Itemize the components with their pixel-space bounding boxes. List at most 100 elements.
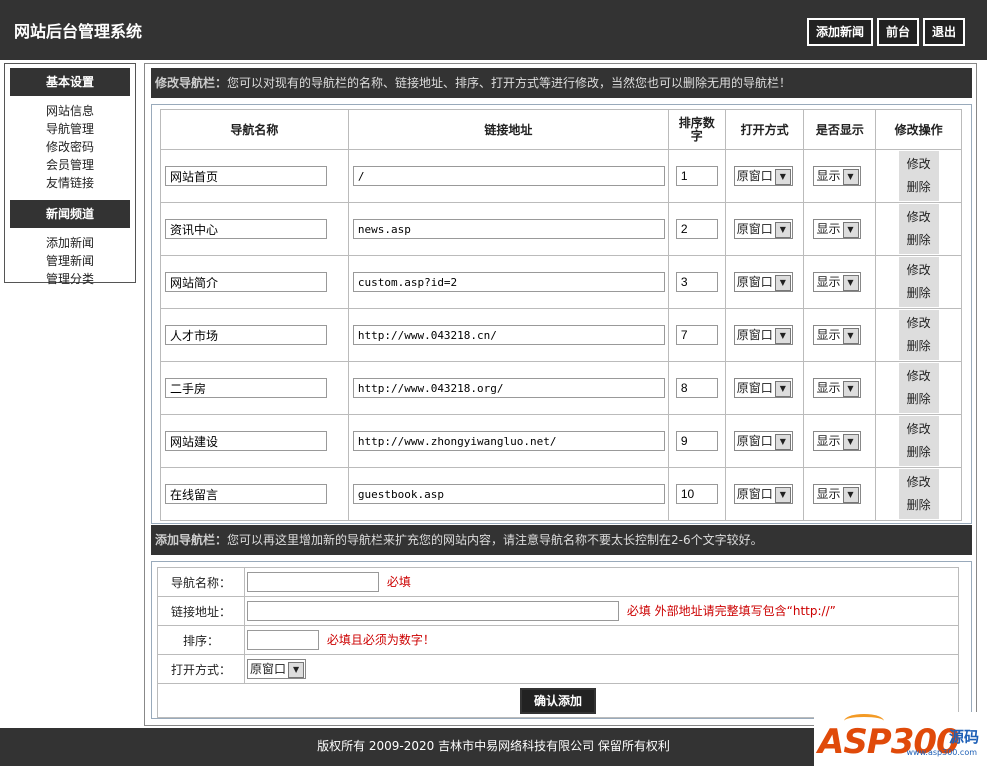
nav-open-value: 原窗口: [736, 381, 773, 395]
nav-show-select[interactable]: 显示 ▼: [813, 219, 861, 239]
add-news-button[interactable]: 添加新闻: [806, 18, 873, 46]
chevron-down-icon: ▼: [842, 275, 859, 291]
edit-nav-banner: 修改导航栏：您可以对现有的导航栏的名称、链接地址、排序、打开方式等进行修改，当然…: [151, 68, 972, 98]
nav-show-cell: 显示 ▼: [803, 202, 877, 256]
chevron-down-icon: ▼: [774, 222, 791, 238]
add-nav-order-input[interactable]: [247, 630, 319, 650]
sidebar-item-nav-manage[interactable]: 导航管理: [5, 120, 135, 138]
add-order-cell: 必填且必须为数字！: [244, 625, 959, 655]
add-url-label: 链接地址：: [157, 596, 245, 626]
edit-link[interactable]: 修改: [899, 471, 939, 494]
edit-link[interactable]: 修改: [899, 259, 939, 282]
watermark-tag: 源码: [948, 728, 979, 746]
chevron-down-icon: ▼: [842, 434, 859, 450]
edit-link[interactable]: 修改: [899, 206, 939, 229]
nav-open-select[interactable]: 原窗口 ▼: [733, 166, 793, 186]
nav-order-cell: [667, 308, 726, 362]
nav-url-input[interactable]: [352, 484, 665, 504]
add-name-label: 导航名称：: [157, 567, 245, 597]
edit-link[interactable]: 修改: [899, 365, 939, 388]
nav-url-input[interactable]: [352, 219, 665, 239]
nav-show-select[interactable]: 显示 ▼: [813, 166, 861, 186]
sidebar-item-change-password[interactable]: 修改密码: [5, 138, 135, 156]
nav-url-cell: [347, 414, 669, 468]
nav-name-input[interactable]: [165, 484, 327, 504]
sidebar-item-add-news[interactable]: 添加新闻: [5, 234, 135, 252]
delete-link[interactable]: 删除: [899, 335, 939, 358]
nav-order-input[interactable]: [675, 484, 718, 504]
sidebar-item-members[interactable]: 会员管理: [5, 156, 135, 174]
nav-name-input[interactable]: [165, 325, 327, 345]
nav-order-input[interactable]: [675, 166, 718, 186]
nav-open-select[interactable]: 原窗口 ▼: [733, 484, 793, 504]
delete-link[interactable]: 删除: [899, 176, 939, 199]
nav-order-input[interactable]: [675, 325, 718, 345]
chevron-down-icon: ▼: [774, 328, 791, 344]
nav-order-input[interactable]: [675, 272, 718, 292]
nav-order-cell: [667, 255, 726, 309]
nav-open-select[interactable]: 原窗口 ▼: [733, 219, 793, 239]
table-row: 原窗口▼ 显示▼ 修改删除: [160, 361, 962, 415]
page-title: 网站后台管理系统: [14, 22, 143, 41]
confirm-add-button[interactable]: 确认添加: [519, 687, 596, 714]
nav-name-input[interactable]: [165, 431, 327, 451]
nav-url-input[interactable]: [352, 272, 665, 292]
add-open-mode-value: 原窗口: [250, 662, 287, 676]
table-row: 原窗口▼ 显示▼ 修改删除: [160, 414, 962, 468]
edit-link[interactable]: 修改: [899, 153, 939, 176]
sidebar-item-manage-categories[interactable]: 管理分类: [5, 270, 135, 288]
nav-url-input[interactable]: [352, 431, 665, 451]
nav-open-cell: 原窗口 ▼: [724, 202, 805, 256]
nav-open-select[interactable]: 原窗口 ▼: [733, 272, 793, 292]
edit-link[interactable]: 修改: [899, 418, 939, 441]
nav-actions-cell: 修改 删除: [875, 414, 962, 468]
sidebar: 基本设置 网站信息 导航管理 修改密码 会员管理 友情链接 新闻频道 添加新闻 …: [4, 63, 136, 286]
watermark-site: www.asp300.com: [906, 748, 977, 757]
frontend-button[interactable]: 前台: [876, 18, 919, 46]
edit-link[interactable]: 修改: [899, 312, 939, 335]
delete-link[interactable]: 删除: [899, 388, 939, 411]
nav-order-input[interactable]: [675, 431, 718, 451]
nav-name-input[interactable]: [165, 166, 327, 186]
nav-table-panel: 导航名称 链接地址 排序数字 打开方式 是否显示 修改操作 原窗口▼显示▼修改删…: [151, 104, 972, 524]
nav-url-cell: [347, 255, 669, 309]
sidebar-item-friend-links[interactable]: 友情链接: [5, 174, 135, 192]
nav-open-cell: 原窗口 ▼: [724, 414, 805, 468]
nav-show-select[interactable]: 显示 ▼: [813, 431, 861, 451]
delete-link[interactable]: 删除: [899, 441, 939, 464]
logout-button[interactable]: 退出: [922, 18, 965, 46]
nav-url-input[interactable]: [352, 166, 665, 186]
nav-url-cell: [347, 202, 669, 256]
add-nav-url-input[interactable]: [247, 601, 619, 621]
nav-open-select[interactable]: 原窗口 ▼: [733, 325, 793, 345]
nav-name-input[interactable]: [165, 378, 327, 398]
nav-show-select[interactable]: 显示 ▼: [813, 325, 861, 345]
action-box: 修改 删除: [898, 416, 939, 466]
add-open-mode-select[interactable]: 原窗口 ▼: [247, 659, 307, 679]
nav-show-cell: 显示 ▼: [803, 414, 877, 468]
nav-name-input[interactable]: [165, 272, 327, 292]
sidebar-item-site-info[interactable]: 网站信息: [5, 102, 135, 120]
nav-url-input[interactable]: [352, 325, 665, 345]
nav-url-input[interactable]: [352, 378, 665, 398]
add-nav-label: 添加导航栏：: [155, 533, 228, 547]
chevron-down-icon: ▼: [774, 434, 791, 450]
nav-show-select[interactable]: 显示 ▼: [813, 378, 861, 398]
nav-name-cell: [160, 361, 349, 415]
nav-order-input[interactable]: [675, 219, 718, 239]
nav-open-select[interactable]: 原窗口 ▼: [733, 431, 793, 451]
delete-link[interactable]: 删除: [899, 229, 939, 252]
delete-link[interactable]: 删除: [899, 494, 939, 517]
nav-actions-cell: 修改 删除: [875, 308, 962, 362]
nav-order-input[interactable]: [675, 378, 718, 398]
nav-show-select[interactable]: 显示 ▼: [813, 272, 861, 292]
col-actions: 修改操作: [875, 109, 962, 150]
sidebar-item-manage-news[interactable]: 管理新闻: [5, 252, 135, 270]
nav-actions-cell: 修改 删除: [875, 202, 962, 256]
nav-show-select[interactable]: 显示 ▼: [813, 484, 861, 504]
add-nav-name-input[interactable]: [247, 572, 379, 592]
nav-open-value: 原窗口: [736, 169, 773, 183]
delete-link[interactable]: 删除: [899, 282, 939, 305]
nav-name-input[interactable]: [165, 219, 327, 239]
nav-open-select[interactable]: 原窗口 ▼: [733, 378, 793, 398]
